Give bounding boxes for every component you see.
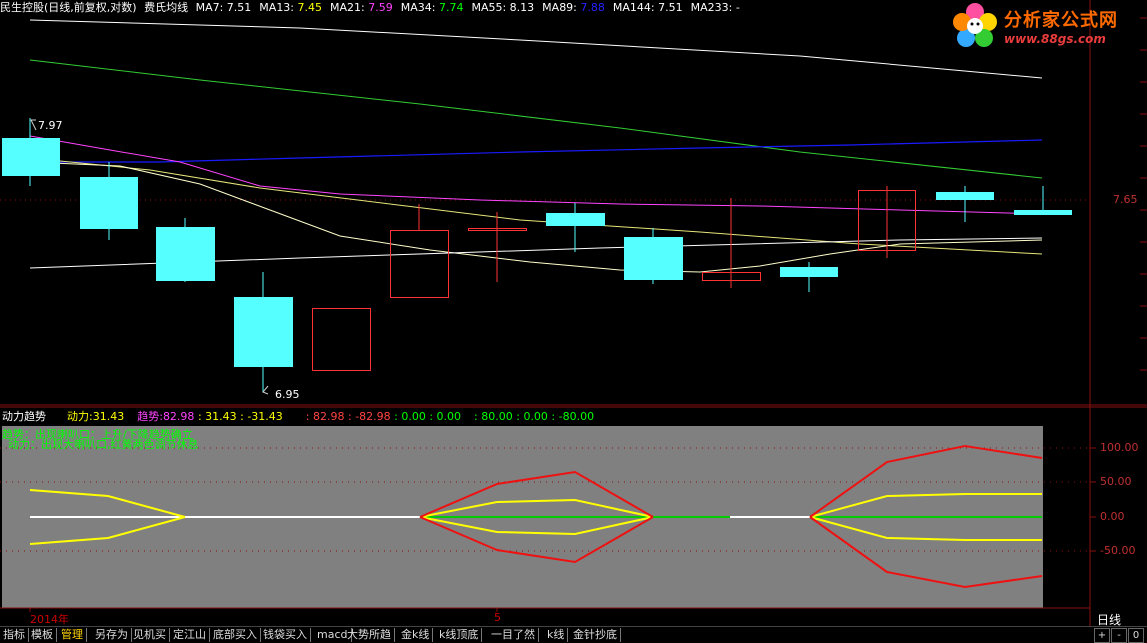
indicator-title: 费氏均线: [144, 1, 189, 14]
ma-legend-item: MA144: 7.51: [612, 1, 683, 14]
candle: [624, 228, 683, 284]
level-values: : 80.00 : 0.00 : -80.00: [474, 410, 595, 423]
ma-legend-value: 7.45: [297, 1, 323, 14]
ma-legend-item: MA7: 7.51: [195, 1, 252, 14]
ma-legend-item: MA13: 7.45: [259, 1, 323, 14]
indicator-axis-label: -50.00: [1100, 544, 1136, 557]
tab-item[interactable]: k线顶底: [436, 628, 483, 642]
tab-item[interactable]: 指标: [0, 628, 29, 642]
tab-item[interactable]: 大势所趋: [344, 628, 395, 642]
ma34-line: [29, 59, 1043, 179]
indicator-axis-label: 50.00: [1100, 475, 1132, 488]
tab-item[interactable]: 见机买: [130, 628, 170, 642]
ma-legend-value: 7.51: [658, 1, 683, 14]
candle: [156, 218, 215, 282]
zoom-minus-button[interactable]: -: [1111, 628, 1127, 643]
zoom-plus-button[interactable]: +: [1094, 628, 1110, 643]
tab-item[interactable]: 金k线: [398, 628, 434, 642]
ma-legend-value: 7.74: [438, 1, 464, 14]
high-price-label: 7.97: [38, 119, 63, 132]
ma-legend-item: MA34: 7.74: [400, 1, 464, 14]
ma-legend-value: -: [735, 1, 740, 14]
stock-title: 民生控股(日线,前复权,对数): [0, 1, 137, 14]
indicator-name: 动力趋势: [2, 410, 46, 423]
ma-legend-value: 7.59: [368, 1, 393, 14]
zero-pair: : 0.00 : 0.00: [394, 410, 462, 423]
logo-url: www.88gs.com: [1004, 32, 1106, 46]
ma89-line: [30, 139, 1043, 163]
timeline-year: 2014年: [30, 613, 69, 626]
indicator-note-2: 动力：出现大喇叭口,红黄两色调节休息: [8, 438, 199, 451]
indicator-axis-label: 0.00: [1100, 510, 1125, 523]
candle: [546, 203, 605, 252]
momentum-value: 31.43: [92, 410, 125, 423]
indicator-axis-label: 100.00: [1100, 441, 1139, 454]
momentum-pair: : 31.43 : -31.43: [197, 410, 283, 423]
tab-item[interactable]: 底部买入: [210, 628, 261, 642]
candle: [936, 186, 994, 222]
ma-legend-value: 8.13: [509, 1, 535, 14]
momentum-label: 动力:: [67, 410, 93, 423]
candle: [312, 308, 371, 371]
trend-pair: : 82.98 : -82.98: [305, 410, 391, 423]
chart-canvas: [0, 0, 1147, 626]
candle: [1014, 186, 1072, 215]
candle: [468, 212, 527, 282]
timeline-mark: 5: [494, 611, 501, 624]
tab-item[interactable]: k线: [544, 628, 569, 642]
candle: [234, 272, 293, 392]
tab-item[interactable]: 管理: [58, 628, 87, 642]
chart-header: 民生控股(日线,前复权,对数) 费氏均线 MA7: 7.51 MA13: 7.45…: [0, 1, 752, 15]
candle: [702, 198, 761, 288]
logo-title: 分析家公式网: [1004, 10, 1118, 31]
ma-legend-item: MA55: 8.13: [471, 1, 535, 14]
site-logo: 分析家公式网 www.88gs.com: [948, 0, 1147, 52]
flower-logo-icon: [953, 3, 997, 47]
trend-value: 82.98: [162, 410, 195, 423]
candle: [858, 186, 916, 258]
tab-item[interactable]: 另存为: [92, 628, 132, 642]
tab-item[interactable]: 模板: [28, 628, 57, 642]
tab-item[interactable]: 钱袋买入: [260, 628, 311, 642]
trend-label: 趋势:: [137, 410, 163, 423]
price-axis-label: 7.65: [1113, 193, 1138, 206]
ma-legend-value: 7.88: [580, 1, 605, 14]
ma-legend-value: 7.51: [226, 1, 252, 14]
ma-legend-item: MA233: -: [690, 1, 740, 14]
low-price-label: 6.95: [275, 388, 300, 401]
tab-item[interactable]: 金针抄底: [570, 628, 621, 642]
bottom-tab-bar: 指标 模板 管理 另存为 见机买 定江山 底部买入 钱袋买入 macd 大势所趋 金k线 k线顶底 一目…: [0, 626, 1147, 643]
ma-legend-item: MA89: 7.88: [542, 1, 605, 14]
tab-item[interactable]: 定江山: [170, 628, 210, 642]
candle: [80, 162, 138, 240]
ma-legend-item: MA21: 7.59: [330, 1, 393, 14]
ma55-line: [29, 19, 1043, 79]
candle: [780, 262, 838, 292]
tab-item[interactable]: 一目了然: [488, 628, 539, 642]
zoom-zero-button[interactable]: 0: [1128, 628, 1144, 643]
indicator-header: 动力趋势 动力:31.43 趋势:82.98 : 31.43 : -31.43 …: [2, 408, 594, 424]
